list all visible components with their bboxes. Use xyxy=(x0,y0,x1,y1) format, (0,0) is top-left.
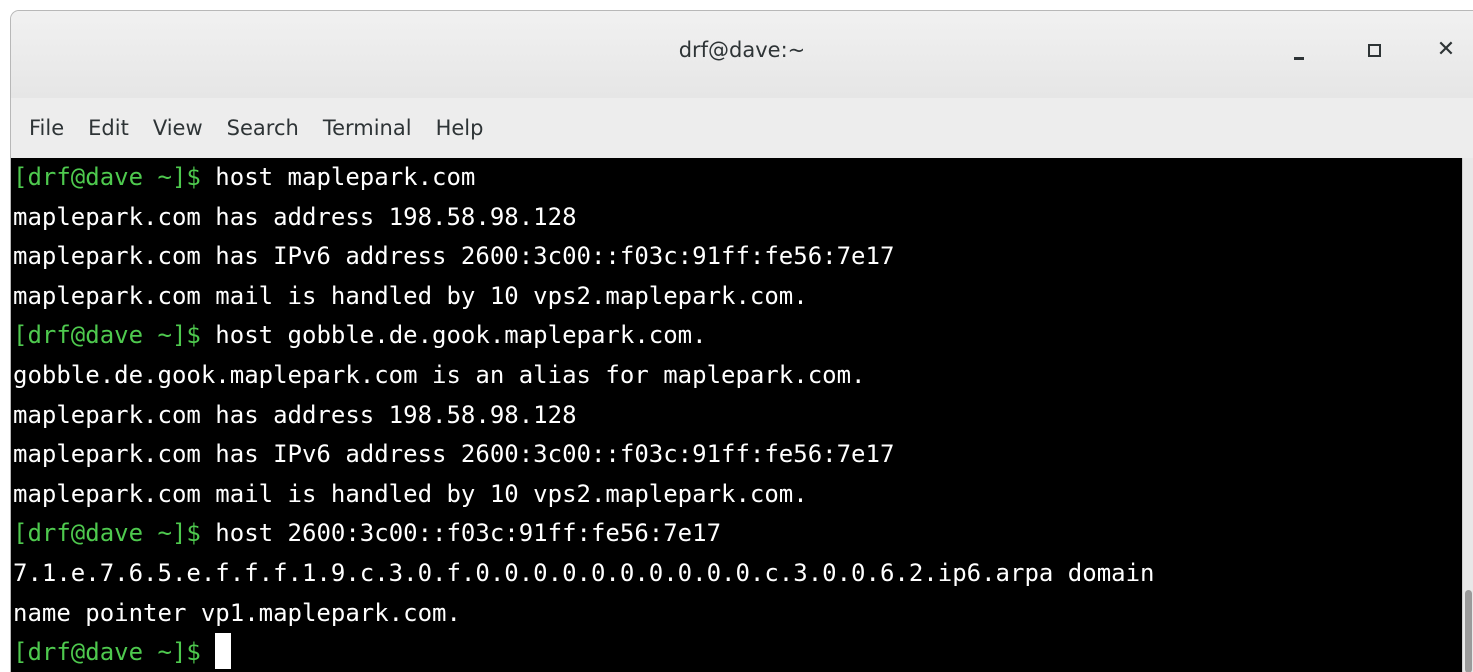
output-text: maplepark.com mail is handled by 10 vps2… xyxy=(13,479,808,508)
maximize-icon xyxy=(1367,43,1381,57)
terminal-scrollbar[interactable] xyxy=(1462,158,1473,672)
terminal-line: [drf@dave ~]$ host 2600:3c00::f03c:91ff:… xyxy=(11,514,1462,554)
output-text: maplepark.com has IPv6 address 2600:3c00… xyxy=(13,242,895,271)
close-button[interactable]: ✕ xyxy=(1431,35,1461,65)
output-text: gobble.de.gook.maplepark.com is an alias… xyxy=(13,360,866,389)
terminal-line: maplepark.com has IPv6 address 2600:3c00… xyxy=(11,237,1462,277)
shell-prompt: [drf@dave ~]$ xyxy=(13,638,216,667)
output-text: maplepark.com mail is handled by 10 vps2… xyxy=(13,281,808,310)
scrollbar-thumb[interactable] xyxy=(1465,590,1472,672)
maximize-button[interactable] xyxy=(1359,35,1389,65)
menu-search[interactable]: Search xyxy=(215,112,311,144)
window-title: drf@dave:~ xyxy=(678,38,806,62)
menu-bar: File Edit View Search Terminal Help xyxy=(11,98,1473,158)
title-bar[interactable]: drf@dave:~ ✕ xyxy=(11,11,1473,98)
menu-file[interactable]: File xyxy=(17,112,76,144)
terminal-line: maplepark.com has address 198.58.98.128 xyxy=(11,198,1462,238)
terminal-line: gobble.de.gook.maplepark.com is an alias… xyxy=(11,356,1462,396)
output-text: name pointer vp1.maplepark.com. xyxy=(13,598,461,627)
terminal-line: name pointer vp1.maplepark.com. xyxy=(11,594,1462,634)
terminal-window: drf@dave:~ ✕ File Edit View Search Termi… xyxy=(10,10,1473,672)
terminal-output[interactable]: [drf@dave ~]$ host maplepark.com maplepar… xyxy=(11,158,1462,672)
output-text: 7.1.e.7.6.5.e.f.f.f.1.9.c.3.0.f.0.0.0.0.… xyxy=(13,558,1155,587)
terminal-line: maplepark.com has IPv6 address 2600:3c00… xyxy=(11,435,1462,475)
terminal-line: maplepark.com mail is handled by 10 vps2… xyxy=(11,277,1462,317)
minimize-icon xyxy=(1294,56,1304,60)
terminal-line: [drf@dave ~]$ xyxy=(11,633,1462,672)
output-text: maplepark.com has address 198.58.98.128 xyxy=(13,202,577,231)
shell-prompt: [drf@dave ~]$ xyxy=(13,163,216,191)
terminal-line: [drf@dave ~]$ host maplepark.com xyxy=(11,158,1462,198)
text-cursor xyxy=(215,633,232,670)
output-text: maplepark.com has address 198.58.98.128 xyxy=(13,400,577,429)
command-text: host 2600:3c00::f03c:91ff:fe56:7e17 xyxy=(215,519,722,548)
menu-help[interactable]: Help xyxy=(424,112,496,144)
output-text: maplepark.com has IPv6 address 2600:3c00… xyxy=(13,440,895,469)
command-text: host maplepark.com xyxy=(215,163,476,191)
shell-prompt: [drf@dave ~]$ xyxy=(13,519,216,548)
close-icon: ✕ xyxy=(1436,37,1456,62)
menu-terminal[interactable]: Terminal xyxy=(311,112,424,144)
command-text: host gobble.de.gook.maplepark.com. xyxy=(215,321,707,350)
menu-edit[interactable]: Edit xyxy=(76,112,141,144)
terminal-line: 7.1.e.7.6.5.e.f.f.f.1.9.c.3.0.f.0.0.0.0.… xyxy=(11,554,1462,594)
minimize-button[interactable] xyxy=(1284,35,1314,65)
menu-view[interactable]: View xyxy=(141,112,215,144)
terminal-line: maplepark.com has address 198.58.98.128 xyxy=(11,396,1462,436)
terminal-line: maplepark.com mail is handled by 10 vps2… xyxy=(11,475,1462,515)
shell-prompt: [drf@dave ~]$ xyxy=(13,321,216,350)
terminal-line: [drf@dave ~]$ host gobble.de.gook.maplep… xyxy=(11,316,1462,356)
